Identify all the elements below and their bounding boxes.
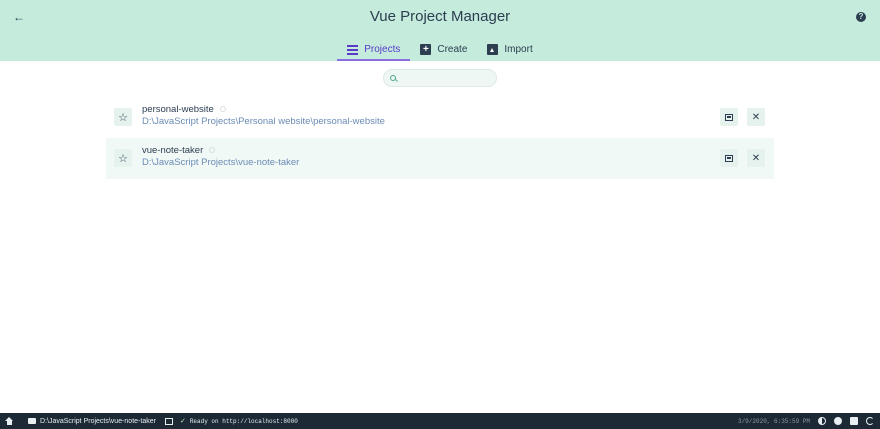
- plus-box-icon: +: [420, 44, 432, 55]
- unarchive-icon: [487, 44, 499, 55]
- dark-mode-icon[interactable]: [818, 417, 826, 425]
- help-icon[interactable]: ?: [856, 12, 866, 22]
- folder-icon[interactable]: [28, 418, 36, 424]
- project-status-dot: [209, 147, 216, 154]
- console-icon[interactable]: [164, 417, 173, 425]
- project-item[interactable]: ☆ personal-website D:\JavaScript Project…: [106, 97, 774, 138]
- page-title: Vue Project Manager: [369, 8, 511, 25]
- current-directory[interactable]: D:\JavaScript Projects\vue-note-taker: [40, 418, 156, 425]
- favorite-button[interactable]: ☆: [114, 108, 132, 126]
- status-bar: D:\JavaScript Projects\vue-note-taker ✓ …: [0, 413, 880, 429]
- star-outline-icon: ☆: [118, 152, 128, 165]
- favorite-button[interactable]: ☆: [114, 149, 132, 167]
- list-icon: [347, 44, 359, 55]
- open-in-app-icon: [725, 154, 733, 162]
- project-status-dot: [219, 106, 226, 113]
- project-path: D:\JavaScript Projects\Personal website\…: [142, 116, 385, 127]
- close-icon: ✕: [751, 111, 761, 123]
- top-bar: ← Vue Project Manager ? Projects + Creat…: [0, 0, 880, 61]
- search-icon: [390, 74, 397, 82]
- open-in-app-icon: [725, 113, 733, 121]
- translate-icon[interactable]: [850, 417, 858, 425]
- tab-projects[interactable]: Projects: [337, 38, 411, 61]
- tab-create-label: Create: [437, 44, 468, 55]
- open-in-editor-button[interactable]: [720, 149, 738, 167]
- star-outline-icon: ☆: [118, 111, 128, 124]
- refresh-icon[interactable]: [866, 417, 874, 425]
- remove-project-button[interactable]: ✕: [747, 149, 765, 167]
- project-name: personal-website: [142, 104, 226, 115]
- main-tabs: Projects + Create Import: [0, 38, 880, 61]
- project-name: vue-note-taker: [142, 145, 216, 156]
- tab-import[interactable]: Import: [477, 38, 542, 59]
- bug-report-icon[interactable]: [834, 417, 842, 425]
- search-box[interactable]: [383, 69, 497, 87]
- last-log-message[interactable]: Ready on http://localhost:8000: [190, 418, 298, 425]
- close-icon: ✕: [751, 152, 761, 164]
- status-bar-right: 3/9/2020, 6:35:59 PM: [738, 413, 874, 429]
- project-item[interactable]: ☆ vue-note-taker D:\JavaScript Projects\…: [106, 138, 774, 179]
- remove-project-button[interactable]: ✕: [747, 108, 765, 126]
- check-icon: ✓: [179, 418, 186, 425]
- tab-import-label: Import: [504, 44, 533, 55]
- home-icon[interactable]: [5, 416, 14, 426]
- clock: 3/9/2020, 6:35:59 PM: [737, 417, 810, 425]
- search-input[interactable]: [401, 72, 495, 84]
- tab-projects-label: Projects: [364, 44, 401, 55]
- project-path: D:\JavaScript Projects\vue-note-taker: [142, 157, 300, 168]
- open-in-editor-button[interactable]: [720, 108, 738, 126]
- tab-create[interactable]: + Create: [410, 38, 477, 59]
